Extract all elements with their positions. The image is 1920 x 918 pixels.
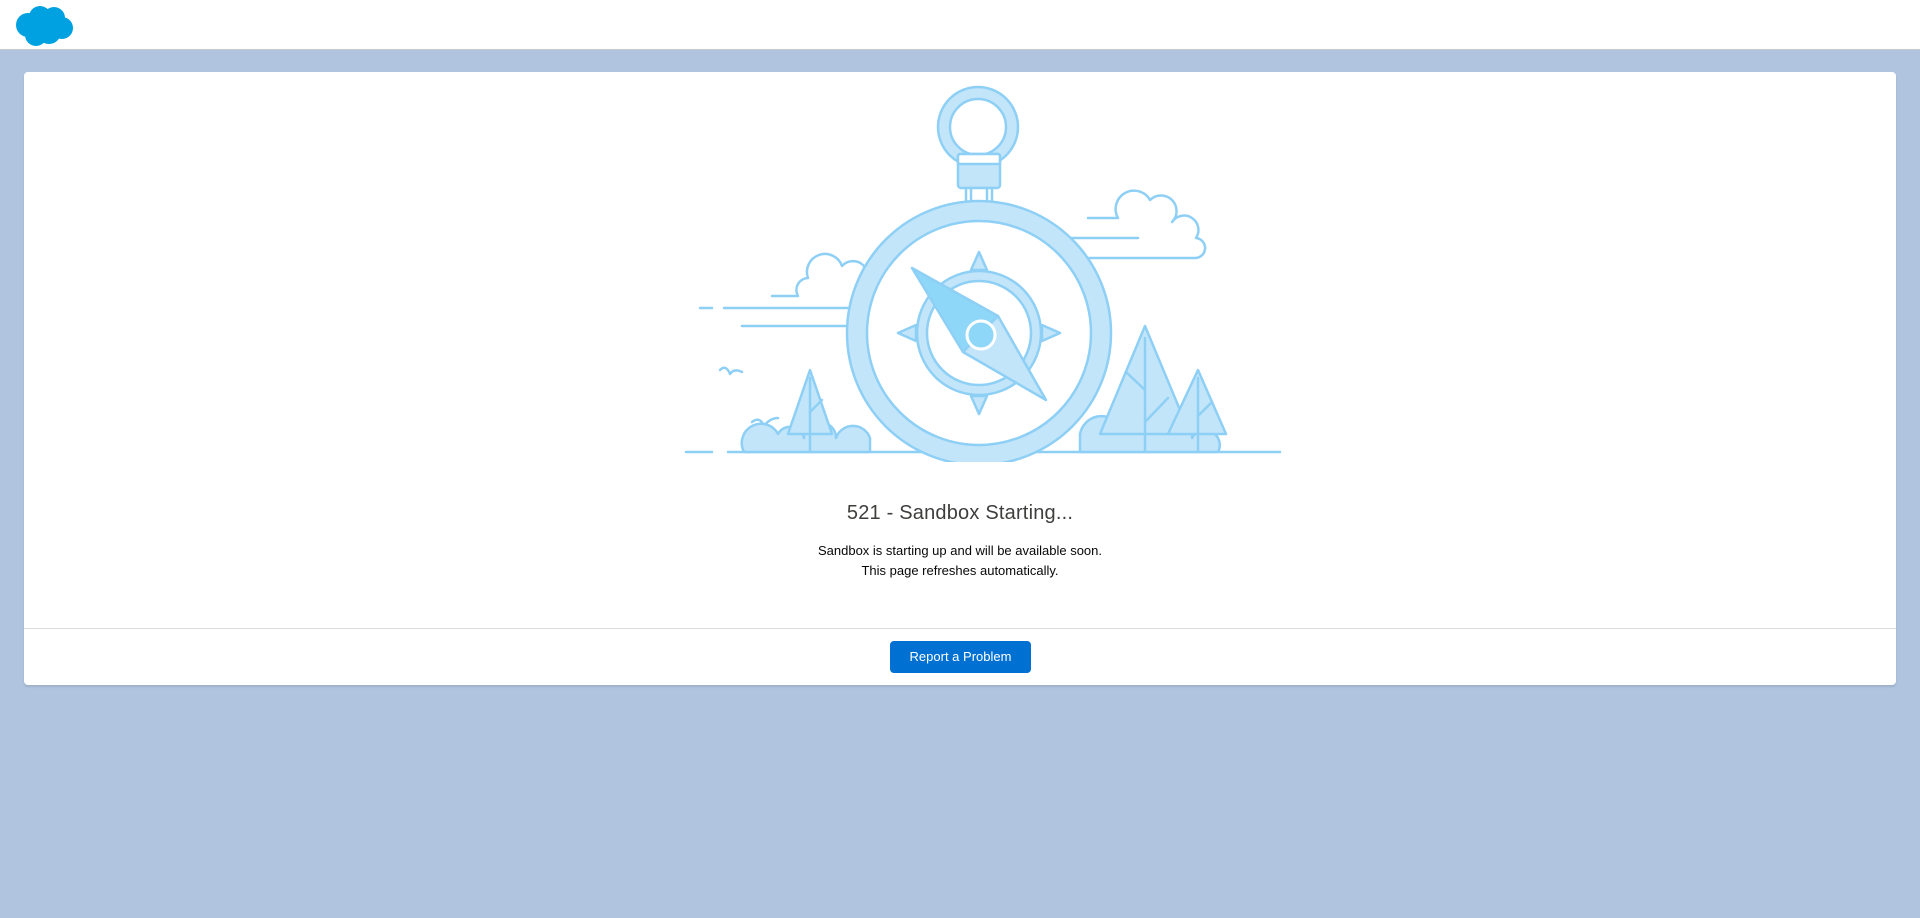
error-message-line2: This page refreshes automatically.: [861, 563, 1059, 578]
compass-stopwatch-illustration-icon: [684, 85, 1282, 462]
error-title: 521 - Sandbox Starting...: [846, 502, 1074, 524]
top-header: [0, 0, 1920, 50]
error-message-line1: Sandbox is starting up and will be avail…: [817, 543, 1102, 558]
salesforce-logo-icon[interactable]: [14, 5, 74, 47]
footer-divider: [24, 628, 1896, 629]
report-problem-button[interactable]: Report a Problem: [890, 641, 1031, 673]
error-card: 521 - Sandbox Starting... Sandbox is sta…: [24, 72, 1896, 685]
